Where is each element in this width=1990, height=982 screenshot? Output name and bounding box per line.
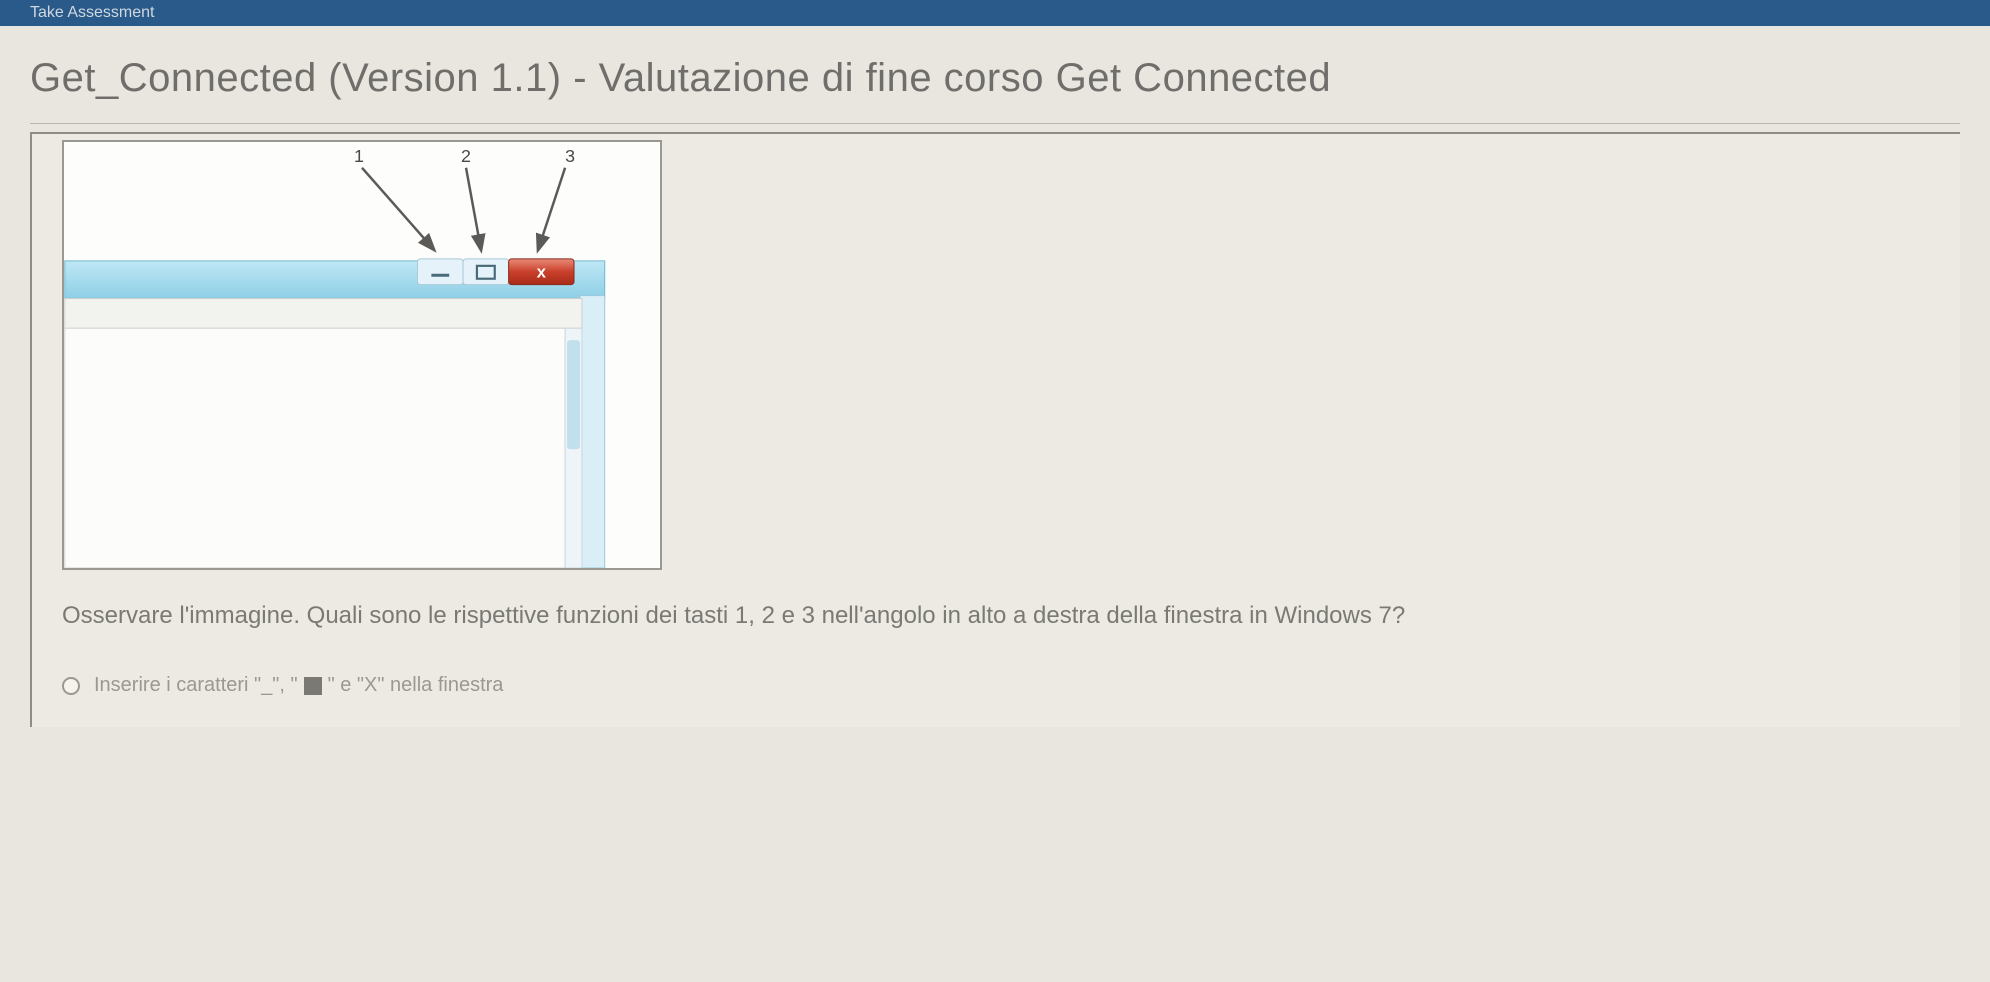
arrow-label-2: 2 — [461, 146, 471, 166]
win7-client — [65, 328, 565, 568]
win7-frame-right — [580, 296, 605, 568]
figure-svg: 1 2 3 — [64, 142, 660, 568]
maximize-button — [463, 259, 509, 285]
question-inner: 1 2 3 — [32, 134, 1960, 727]
win7-toolbar — [65, 299, 582, 329]
answer-option[interactable]: Inserire i caratteri "_", " " e "X" nell… — [62, 674, 1930, 697]
question-text: Osservare l'immagine. Quali sono le risp… — [62, 598, 1930, 634]
maximize-glyph-icon — [304, 677, 322, 695]
arrow-2 — [466, 168, 481, 249]
radio-icon[interactable] — [62, 677, 80, 695]
question-figure: 1 2 3 — [62, 140, 662, 570]
arrow-label-3: 3 — [565, 146, 575, 166]
arrow-1 — [362, 168, 433, 249]
answer-option-label: Inserire i caratteri "_", " " e "X" nell… — [94, 674, 503, 697]
answer-option-text-post: " e "X" nella finestra — [328, 674, 504, 697]
breadcrumb-text: Take Assessment — [30, 4, 155, 21]
close-icon: x — [537, 263, 547, 282]
question-frame: 1 2 3 — [30, 132, 1960, 727]
minimize-button — [417, 259, 463, 285]
page-title: Get_Connected (Version 1.1) - Valutazion… — [30, 46, 1960, 124]
win7-scrollthumb — [567, 340, 580, 449]
page-body: Get_Connected (Version 1.1) - Valutazion… — [0, 26, 1990, 982]
arrow-3 — [538, 168, 565, 249]
answer-option-text-pre: Inserire i caratteri "_", " — [94, 674, 298, 697]
arrow-label-1: 1 — [354, 146, 364, 166]
breadcrumb: Take Assessment — [0, 0, 1990, 26]
answer-options: Inserire i caratteri "_", " " e "X" nell… — [62, 674, 1930, 697]
minimize-icon — [431, 274, 449, 277]
